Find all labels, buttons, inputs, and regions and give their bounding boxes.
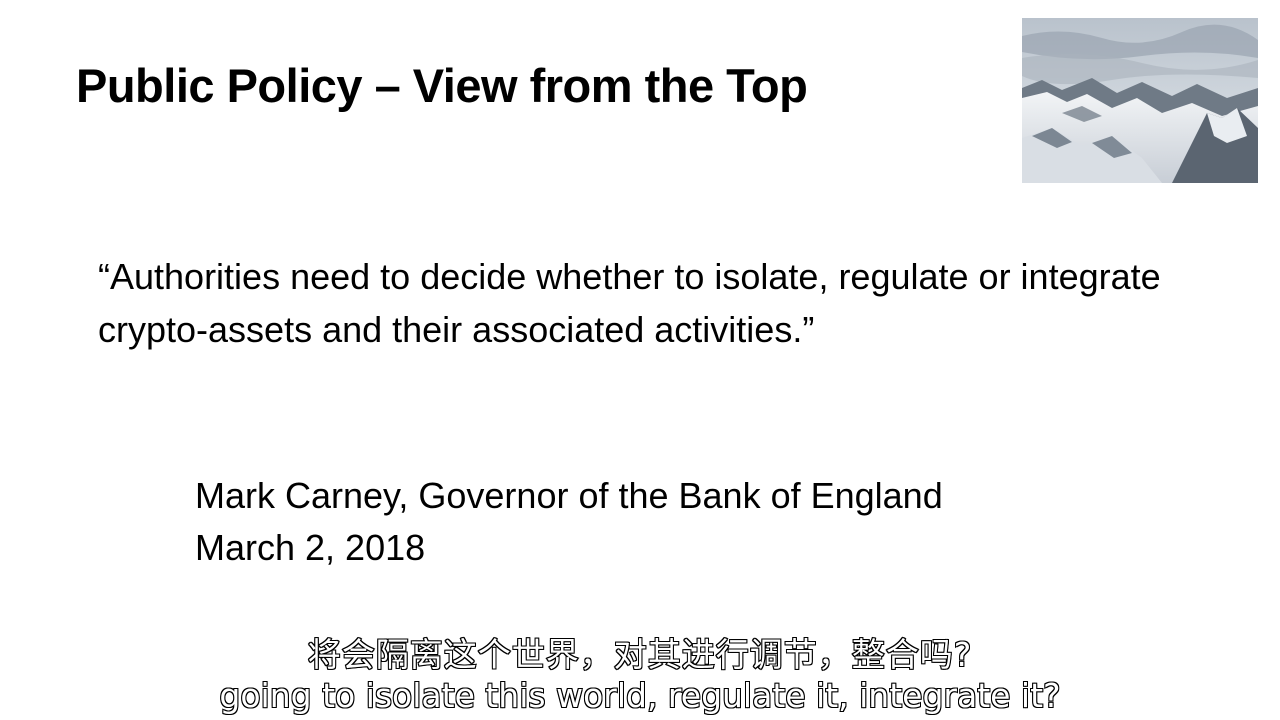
attribution-date: March 2, 2018 bbox=[195, 527, 426, 568]
quote-attribution: Mark Carney, Governor of the Bank of Eng… bbox=[195, 470, 943, 574]
mountain-peak-photo bbox=[1022, 18, 1258, 183]
subtitle-chinese: 将会隔离这个世界，对其进行调节，整合吗? bbox=[307, 634, 973, 675]
slide: Public Policy – View from the Top “Autho… bbox=[0, 0, 1280, 720]
attribution-speaker: Mark Carney, Governor of the Bank of Eng… bbox=[195, 475, 943, 516]
slide-title: Public Policy – View from the Top bbox=[76, 59, 808, 112]
quote-text: “Authorities need to decide whether to i… bbox=[98, 256, 1161, 350]
subtitle-english: going to isolate this world, regulate it… bbox=[218, 675, 1061, 716]
